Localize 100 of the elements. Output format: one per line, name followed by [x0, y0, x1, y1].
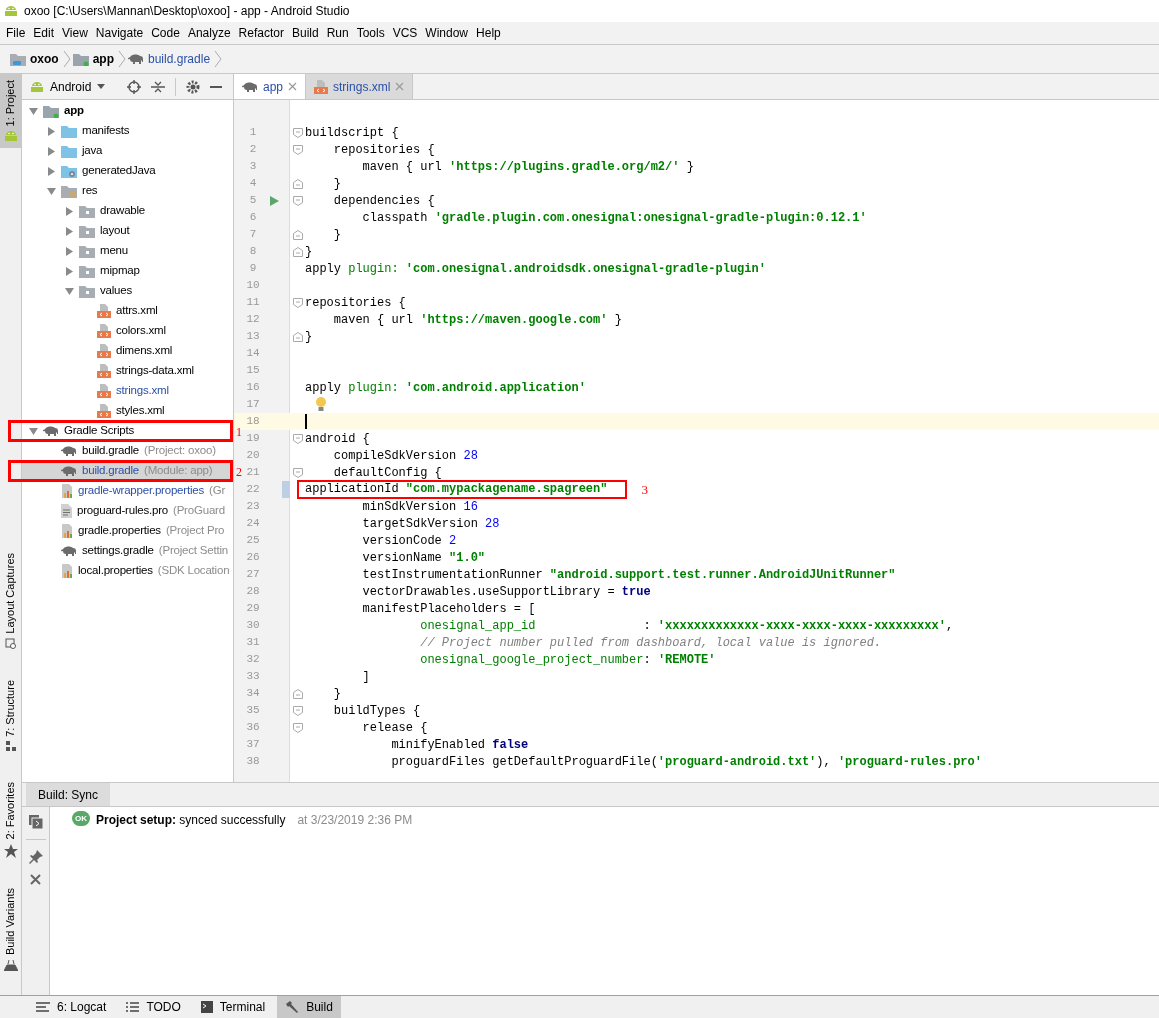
tree-item[interactable]: strings-data.xml: [22, 361, 233, 381]
menubar-entry[interactable]: Help: [472, 24, 505, 42]
editor-tab[interactable]: app: [234, 74, 307, 99]
close-icon[interactable]: [288, 82, 298, 91]
menubar-entry[interactable]: Analyze: [183, 24, 235, 42]
fold-icon[interactable]: [293, 331, 303, 342]
tree-item[interactable]: dimens.xml: [22, 341, 233, 361]
fold-icon[interactable]: [293, 229, 303, 240]
menubar-entry[interactable]: Refactor: [234, 24, 288, 42]
expanded-arrow-icon[interactable]: [64, 286, 74, 296]
fold-icon[interactable]: [293, 467, 303, 478]
breadcrumb-item[interactable]: app: [72, 50, 116, 68]
line-number: 30: [246, 618, 260, 634]
fold-icon[interactable]: [293, 178, 303, 189]
menubar-entry[interactable]: File: [2, 24, 30, 42]
tool-window-button[interactable]: 6: Logcat: [28, 996, 115, 1018]
tool-window-tab[interactable]: 7: Structure: [0, 673, 21, 759]
tree-item[interactable]: app: [22, 101, 233, 121]
close-icon[interactable]: [30, 874, 41, 885]
line-number: 3: [249, 159, 257, 175]
tree-item[interactable]: gradle.properties (Project Pro: [22, 521, 233, 541]
tree-item[interactable]: strings.xml: [22, 381, 233, 401]
tree-item[interactable]: Gradle Scripts: [22, 421, 233, 441]
tree-item[interactable]: settings.gradle (Project Settin: [22, 541, 233, 561]
tree-item[interactable]: res: [22, 181, 233, 201]
xml-file-icon: [97, 304, 111, 318]
tool-window-tab[interactable]: Layout Captures: [0, 546, 21, 656]
tree-item[interactable]: mipmap: [22, 261, 233, 281]
line-number: 10: [246, 278, 260, 294]
editor-tab[interactable]: strings.xml: [306, 74, 414, 99]
breadcrumb-item[interactable]: build.gradle: [128, 50, 213, 68]
fold-icon[interactable]: [293, 127, 303, 138]
minimize-icon[interactable]: [210, 85, 223, 88]
tree-item[interactable]: values: [22, 281, 233, 301]
fold-icon[interactable]: [293, 705, 303, 716]
line-number: 36: [246, 720, 260, 736]
code-line: minifyEnabled false: [390, 736, 529, 754]
fold-icon[interactable]: [293, 433, 303, 444]
fold-icon[interactable]: [293, 297, 303, 308]
run-icon[interactable]: [269, 195, 279, 206]
line-number: 38: [246, 754, 260, 770]
tree-item[interactable]: generatedJava: [22, 161, 233, 181]
tree-item[interactable]: manifests: [22, 121, 233, 141]
line-number: 22: [246, 482, 260, 498]
android-icon: [3, 130, 18, 143]
tree-item[interactable]: java: [22, 141, 233, 161]
text-cursor: [305, 414, 307, 429]
tree-item[interactable]: styles.xml: [22, 401, 233, 421]
tree-item[interactable]: menu: [22, 241, 233, 261]
pin-icon[interactable]: [28, 850, 43, 864]
fold-icon[interactable]: [293, 246, 303, 257]
collapse-all-icon[interactable]: [151, 79, 166, 94]
tool-window-button[interactable]: TODO: [118, 996, 189, 1018]
line-number: 17: [246, 397, 260, 413]
expanded-arrow-icon[interactable]: [28, 106, 38, 116]
line-number: 24: [246, 516, 260, 532]
menubar-entry[interactable]: Run: [322, 24, 353, 42]
tree-item[interactable]: drawable: [22, 201, 233, 221]
xml-file-icon: [97, 364, 111, 378]
code-line: // Project number pulled from dashboard, local value is ignored.: [419, 634, 882, 652]
folder-icon: [61, 144, 77, 158]
fold-icon[interactable]: [293, 722, 303, 733]
tree-item[interactable]: gradle-wrapper.properties (Gr: [22, 481, 233, 501]
fold-icon[interactable]: [293, 688, 303, 699]
line-number: 2: [249, 142, 257, 158]
structure-icon: [4, 740, 17, 753]
tool-window-tab[interactable]: 2: Favorites: [0, 776, 21, 864]
tree-item[interactable]: build.gradle (Project: oxoo): [22, 441, 233, 461]
menubar-entry[interactable]: Tools: [352, 24, 389, 42]
menubar-entry[interactable]: VCS: [388, 24, 422, 42]
tree-item[interactable]: local.properties (SDK Location: [22, 561, 233, 581]
tool-window-button[interactable]: Terminal: [192, 996, 274, 1018]
panel-tab[interactable]: Build: Sync: [26, 783, 111, 806]
terminal-icon: [200, 1001, 213, 1013]
menubar-entry[interactable]: Build: [287, 24, 323, 42]
lightbulb-icon[interactable]: [315, 397, 327, 412]
menubar-entry[interactable]: Code: [147, 24, 184, 42]
expanded-arrow-icon[interactable]: [46, 186, 56, 196]
settings-icon[interactable]: [186, 79, 201, 94]
expanded-arrow-icon[interactable]: [28, 426, 38, 436]
tool-window-tab[interactable]: Build Variants: [0, 881, 21, 977]
tree-item[interactable]: colors.xml: [22, 321, 233, 341]
tool-window-tab[interactable]: 1: Project: [0, 74, 21, 149]
menubar-entry[interactable]: Navigate: [91, 24, 148, 42]
tree-item[interactable]: attrs.xml: [22, 301, 233, 321]
crosshair-icon[interactable]: [127, 79, 142, 94]
fold-icon[interactable]: [293, 144, 303, 155]
tool-window-button[interactable]: Build: [277, 996, 341, 1018]
code-line: }: [305, 243, 313, 261]
restore-layout-icon[interactable]: [28, 815, 43, 829]
menubar-entry[interactable]: View: [58, 24, 92, 42]
menubar-entry[interactable]: Edit: [29, 24, 59, 42]
tree-item[interactable]: layout: [22, 221, 233, 241]
menubar-entry[interactable]: Window: [421, 24, 473, 42]
tree-item[interactable]: proguard-rules.pro (ProGuard: [22, 501, 233, 521]
breadcrumb-item[interactable]: oxoo: [10, 50, 61, 68]
line-number: 21: [246, 465, 260, 481]
line-number: 1: [249, 125, 257, 141]
code-line: onesignal_google_project_number: 'REMOTE': [419, 651, 716, 669]
fold-icon[interactable]: [293, 195, 303, 206]
